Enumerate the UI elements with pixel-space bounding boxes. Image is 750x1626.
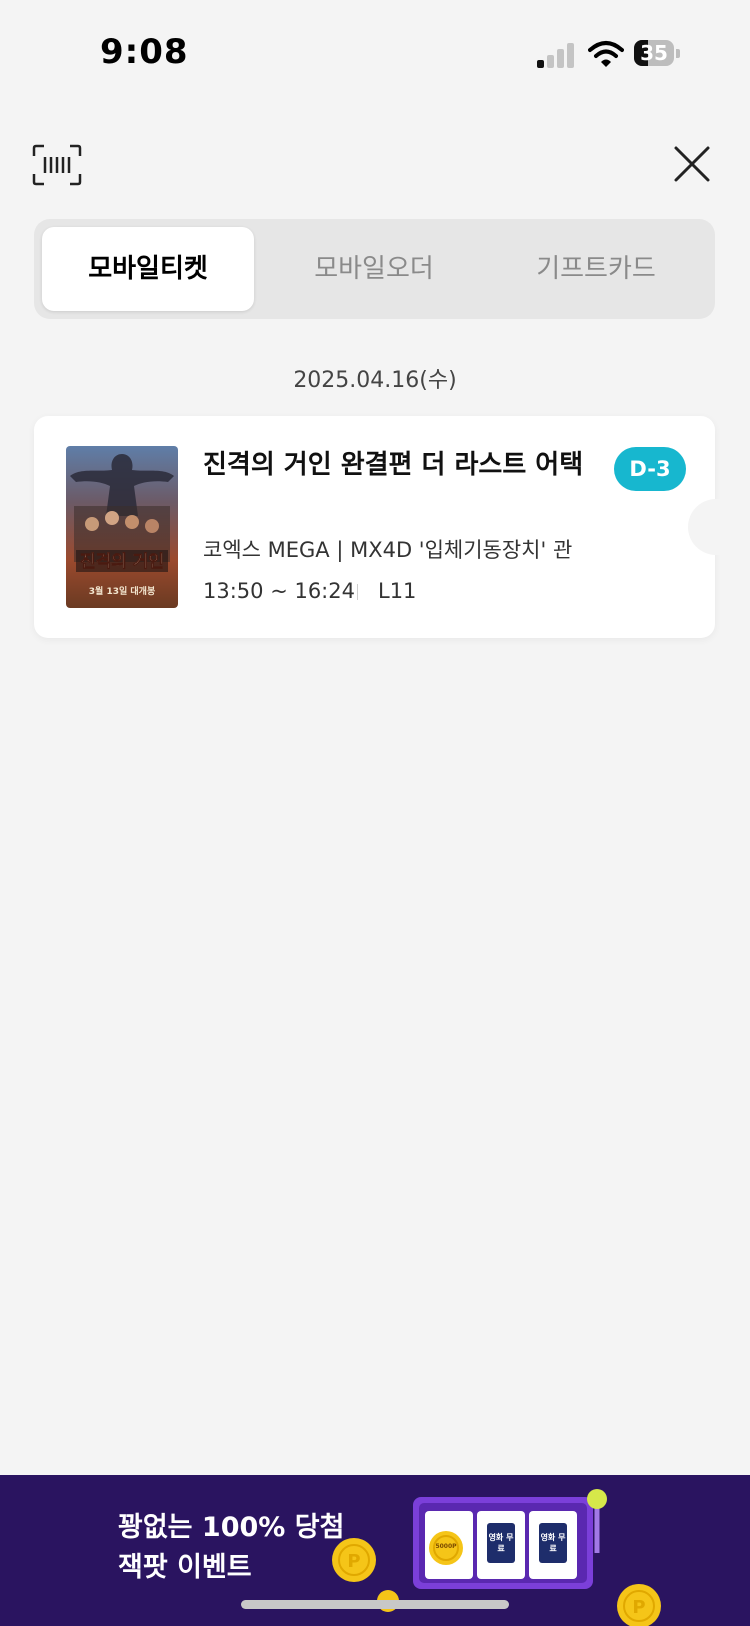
info-divider <box>357 584 358 600</box>
wifi-icon <box>588 41 624 67</box>
coin-icon: P <box>617 1584 661 1626</box>
tab-mobile-order[interactable]: 모바일오더 <box>268 227 480 311</box>
home-indicator[interactable] <box>241 1600 509 1609</box>
banner-headline: 꽝없는 100% 당첨 <box>118 1512 345 1543</box>
ticket-card[interactable]: 진격의 거인 3월 13일 대개봉 진격의 거인 완결편 더 라스트 어택 D-… <box>34 416 744 638</box>
movie-title: 진격의 거인 완결편 더 라스트 어택 <box>203 450 584 480</box>
coin-icon: P <box>332 1538 376 1582</box>
theater-info: 코엑스 MEGA | MX4D '입체기동장치' 관 <box>203 538 573 562</box>
svg-text:P: P <box>632 1597 645 1618</box>
slot-reel-2: 영화 무료 <box>487 1523 515 1563</box>
ticket-date: 2025.04.16(수) <box>293 368 457 393</box>
slot-reel-2-label: 영화 무료 <box>488 1533 514 1553</box>
tab-gift-card[interactable]: 기프트카드 <box>490 227 702 311</box>
battery-level: 35 <box>640 41 668 65</box>
barcode-scan-icon[interactable] <box>32 144 82 186</box>
seat-number: L11 <box>378 579 417 603</box>
poster-title: 진격의 거인 <box>80 552 164 572</box>
dday-badge: D-3 <box>614 447 686 491</box>
cellular-signal-icon <box>537 42 577 68</box>
ticket-tabs: 모바일티켓 모바일오더 기프트카드 <box>34 219 715 319</box>
banner-subline: 잭팟 이벤트 <box>118 1552 252 1583</box>
slot-reel-3: 영화 무료 <box>539 1523 567 1563</box>
showtime: 13:50 ~ 16:24 <box>203 579 355 603</box>
slot-reel-1: 5000P <box>435 1543 457 1550</box>
status-bar: 9:08 35 <box>0 0 750 110</box>
tab-mobile-ticket[interactable]: 모바일티켓 <box>42 227 254 311</box>
ticket-notch <box>688 499 744 555</box>
svg-text:P: P <box>347 1551 360 1572</box>
status-time: 9:08 <box>100 32 189 72</box>
movie-poster: 진격의 거인 3월 13일 대개봉 <box>66 446 178 608</box>
close-icon[interactable] <box>672 144 712 184</box>
poster-release: 3월 13일 대개봉 <box>89 585 155 597</box>
battery-icon: 35 <box>634 40 682 68</box>
slot-reel-3-label: 영화 무료 <box>540 1533 566 1553</box>
